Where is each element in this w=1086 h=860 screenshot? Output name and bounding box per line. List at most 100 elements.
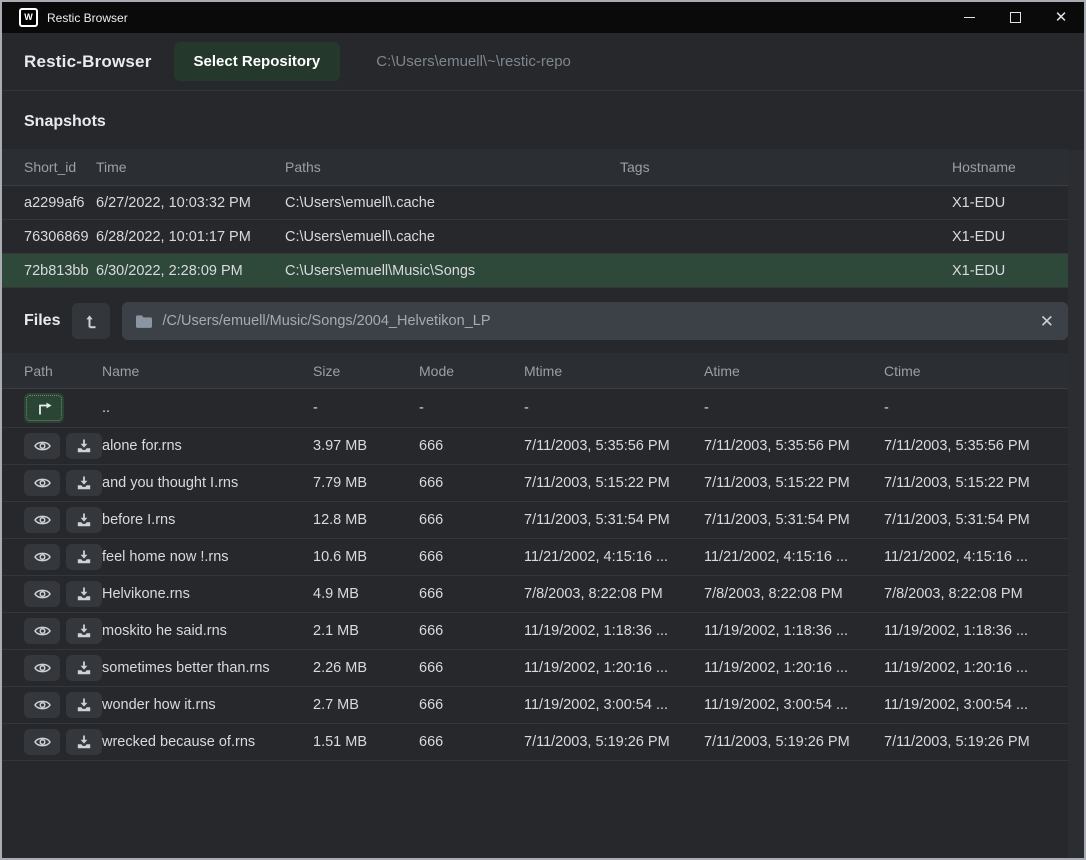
view-file-button[interactable]	[24, 544, 60, 570]
folder-icon	[136, 315, 152, 328]
current-path-input[interactable]: /C/Users/emuell/Music/Songs/2004_Helveti…	[122, 302, 1068, 340]
file-cell-mtime: 7/8/2003, 8:22:08 PM	[524, 586, 704, 602]
file-cell-atime: 11/19/2002, 1:20:16 ...	[704, 660, 884, 676]
snapshot-cell-hostname: X1-EDU	[952, 263, 1068, 279]
column-paths: Paths	[285, 159, 620, 175]
app-header: Restic-Browser Select Repository C:\User…	[2, 33, 1084, 90]
column-path: Path	[2, 363, 102, 379]
file-row[interactable]: moskito he said.rns2.1 MB66611/19/2002, …	[2, 613, 1068, 650]
download-file-button[interactable]	[66, 655, 102, 681]
file-cell-atime: 7/11/2003, 5:15:22 PM	[704, 475, 884, 491]
file-cell-atime: 11/19/2002, 3:00:54 ...	[704, 697, 884, 713]
file-cell-size: 2.26 MB	[313, 660, 419, 676]
file-cell-name: before I.rns	[102, 512, 313, 528]
view-file-button[interactable]	[24, 507, 60, 533]
view-file-button[interactable]	[24, 618, 60, 644]
parent-directory-button[interactable]	[24, 393, 64, 423]
file-cell-mode: 666	[419, 660, 524, 676]
download-icon	[77, 735, 91, 749]
snapshot-cell-paths: C:\Users\emuell\Music\Songs	[285, 263, 620, 279]
file-row[interactable]: feel home now !.rns10.6 MB66611/21/2002,…	[2, 539, 1068, 576]
download-file-button[interactable]	[66, 692, 102, 718]
clear-path-icon[interactable]: ✕	[1040, 313, 1054, 330]
file-cell-size: 1.51 MB	[313, 734, 419, 750]
snapshot-cell-time: 6/30/2022, 2:28:09 PM	[96, 263, 285, 279]
files-table-header: Path Name Size Mode Mtime Atime Ctime	[2, 353, 1068, 389]
repository-path: C:\Users\emuell\~\restic-repo	[376, 53, 571, 70]
download-file-button[interactable]	[66, 507, 102, 533]
file-row[interactable]: alone for.rns3.97 MB6667/11/2003, 5:35:5…	[2, 428, 1068, 465]
file-cell-ctime: 7/11/2003, 5:35:56 PM	[884, 438, 1068, 454]
file-row[interactable]: wonder how it.rns2.7 MB66611/19/2002, 3:…	[2, 687, 1068, 724]
file-cell-atime: 7/8/2003, 8:22:08 PM	[704, 586, 884, 602]
download-icon	[77, 513, 91, 527]
close-button[interactable]: ✕	[1038, 2, 1084, 33]
file-cell-mode: 666	[419, 586, 524, 602]
maximize-button[interactable]	[992, 2, 1038, 33]
eye-icon	[34, 662, 51, 674]
file-row[interactable]: and you thought I.rns7.79 MB6667/11/2003…	[2, 465, 1068, 502]
snapshot-cell-short-id: 72b813bb	[2, 263, 96, 279]
column-hostname: Hostname	[952, 159, 1068, 175]
eye-icon	[34, 588, 51, 600]
file-cell-atime: 7/11/2003, 5:35:56 PM	[704, 438, 884, 454]
eye-icon	[34, 514, 51, 526]
download-file-button[interactable]	[66, 618, 102, 644]
view-file-button[interactable]	[24, 729, 60, 755]
column-size: Size	[313, 363, 419, 379]
column-tags: Tags	[620, 159, 952, 175]
file-actions	[2, 507, 102, 533]
view-file-button[interactable]	[24, 581, 60, 607]
download-file-button[interactable]	[66, 544, 102, 570]
snapshot-cell-time: 6/27/2022, 10:03:32 PM	[96, 195, 285, 211]
file-cell-size: 4.9 MB	[313, 586, 419, 602]
snapshot-row[interactable]: a2299af66/27/2022, 10:03:32 PMC:\Users\e…	[2, 186, 1068, 220]
file-row[interactable]: Helvikone.rns4.9 MB6667/8/2003, 8:22:08 …	[2, 576, 1068, 613]
file-cell-name: alone for.rns	[102, 438, 313, 454]
parent-size: -	[313, 400, 419, 416]
minimize-button[interactable]	[946, 2, 992, 33]
file-actions	[2, 618, 102, 644]
up-right-arrow-icon	[36, 402, 53, 415]
parent-mtime: -	[524, 400, 704, 416]
download-file-button[interactable]	[66, 433, 102, 459]
file-cell-mtime: 7/11/2003, 5:31:54 PM	[524, 512, 704, 528]
snapshot-row[interactable]: 72b813bb6/30/2022, 2:28:09 PMC:\Users\em…	[2, 254, 1068, 288]
scrollbar-track[interactable]	[1068, 150, 1084, 858]
level-up-button[interactable]	[72, 303, 110, 339]
file-cell-name: and you thought I.rns	[102, 475, 313, 491]
file-cell-name: wonder how it.rns	[102, 697, 313, 713]
app-title: Restic-Browser	[24, 52, 152, 72]
view-file-button[interactable]	[24, 655, 60, 681]
file-cell-name: feel home now !.rns	[102, 549, 313, 565]
snapshots-title: Snapshots	[24, 113, 106, 130]
snapshots-table-body: a2299af66/27/2022, 10:03:32 PMC:\Users\e…	[2, 186, 1084, 288]
download-file-button[interactable]	[66, 470, 102, 496]
snapshot-row[interactable]: 763068696/28/2022, 10:01:17 PMC:\Users\e…	[2, 220, 1068, 254]
view-file-button[interactable]	[24, 470, 60, 496]
parent-directory-row[interactable]: .. - - - - -	[2, 389, 1068, 428]
download-file-button[interactable]	[66, 729, 102, 755]
file-cell-mode: 666	[419, 549, 524, 565]
file-actions	[2, 729, 102, 755]
snapshot-cell-hostname: X1-EDU	[952, 229, 1068, 245]
file-cell-mtime: 11/19/2002, 1:20:16 ...	[524, 660, 704, 676]
file-row[interactable]: wrecked because of.rns1.51 MB6667/11/200…	[2, 724, 1068, 761]
file-row[interactable]: before I.rns12.8 MB6667/11/2003, 5:31:54…	[2, 502, 1068, 539]
titlebar: W Restic Browser ✕	[2, 2, 1084, 33]
select-repository-button[interactable]: Select Repository	[174, 42, 341, 81]
parent-actions	[2, 393, 102, 423]
column-atime: Atime	[704, 363, 884, 379]
view-file-button[interactable]	[24, 433, 60, 459]
file-cell-size: 2.1 MB	[313, 623, 419, 639]
eye-icon	[34, 551, 51, 563]
snapshots-section-heading: Snapshots	[2, 90, 1084, 149]
parent-atime: -	[704, 400, 884, 416]
parent-mode: -	[419, 400, 524, 416]
file-cell-atime: 11/21/2002, 4:15:16 ...	[704, 549, 884, 565]
snapshot-cell-paths: C:\Users\emuell\.cache	[285, 229, 620, 245]
file-row[interactable]: sometimes better than.rns2.26 MB66611/19…	[2, 650, 1068, 687]
download-file-button[interactable]	[66, 581, 102, 607]
download-icon	[77, 476, 91, 490]
view-file-button[interactable]	[24, 692, 60, 718]
